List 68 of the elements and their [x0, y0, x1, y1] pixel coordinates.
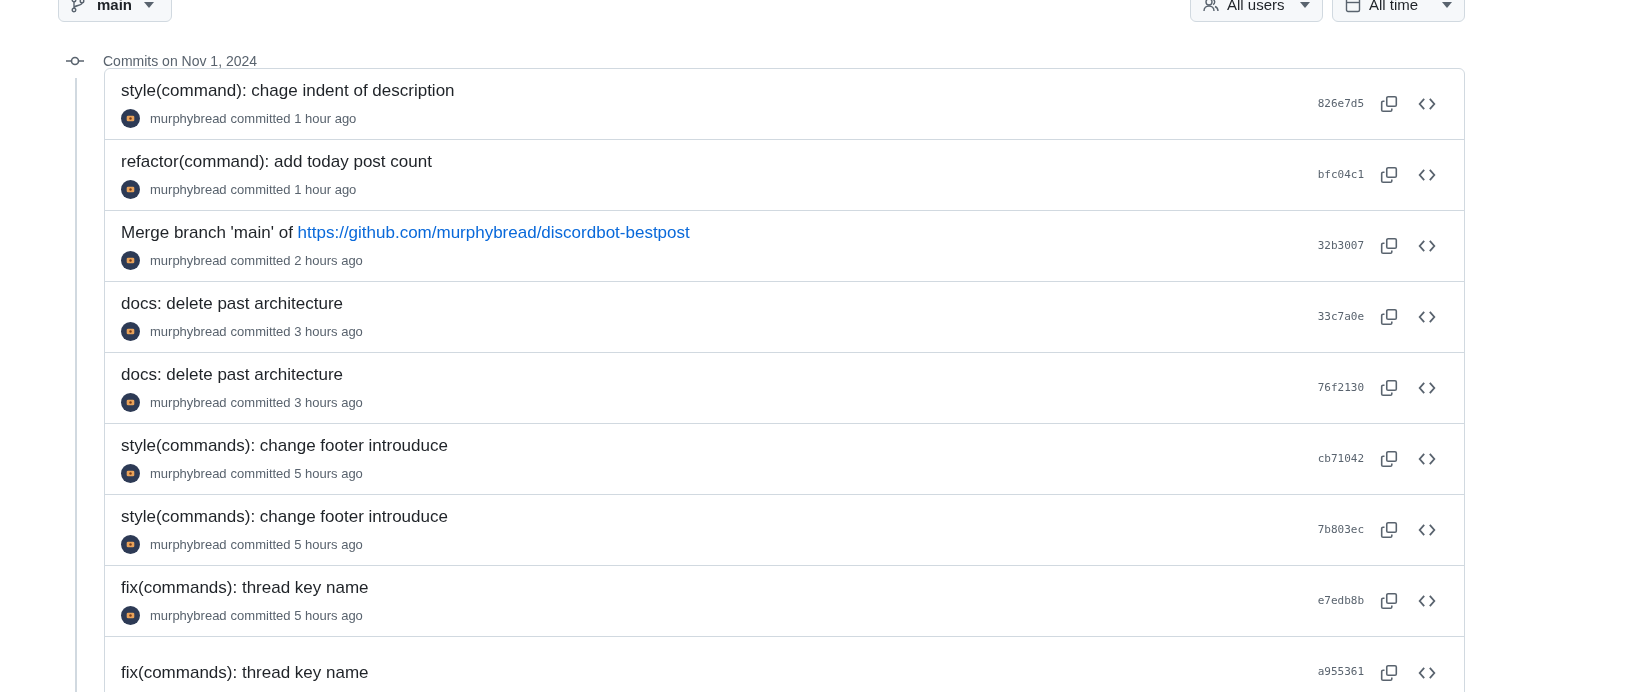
commit-time: committed 3 hours ago: [230, 393, 363, 412]
copy-icon[interactable]: [1380, 592, 1398, 610]
commit-time: committed 5 hours ago: [230, 535, 363, 554]
commit-title[interactable]: docs: delete past architecture: [121, 292, 1318, 315]
commit-time: committed 1 hour ago: [230, 180, 357, 199]
commit-hash[interactable]: 32b3007: [1317, 237, 1364, 255]
commit-title[interactable]: refactor(command): add today post count: [121, 150, 1318, 173]
avatar-icon: [121, 606, 140, 625]
author-name[interactable]: murphybread: [150, 534, 227, 555]
commit-time: committed 5 hours ago: [230, 464, 363, 483]
author-name[interactable]: murphybread: [150, 321, 227, 342]
commit-title[interactable]: style(commands): change footer introuduce: [121, 505, 1318, 528]
commit-node-icon: [66, 56, 84, 66]
author-name[interactable]: murphybread: [150, 392, 227, 413]
copy-icon[interactable]: [1380, 450, 1398, 468]
commit-time: committed 1 hour ago: [230, 109, 357, 128]
commit-hash[interactable]: e7edb8b: [1317, 592, 1364, 610]
commit-link[interactable]: https://github.com/murphybread/discordbot-bestpost: [297, 222, 690, 242]
caret-icon: [1300, 2, 1310, 8]
code-icon[interactable]: [1418, 592, 1436, 610]
avatar-icon: [121, 180, 140, 199]
avatar-icon: [121, 109, 140, 128]
avatar-icon: [121, 464, 140, 483]
commit-hash[interactable]: a955361: [1317, 664, 1364, 681]
code-icon[interactable]: [1418, 308, 1436, 326]
copy-icon[interactable]: [1380, 663, 1398, 682]
code-icon[interactable]: [1418, 237, 1436, 255]
copy-icon[interactable]: [1380, 308, 1398, 326]
author-name[interactable]: murphybread: [150, 605, 227, 626]
code-icon[interactable]: [1418, 166, 1436, 184]
avatar-icon: [121, 251, 140, 270]
commit-hash[interactable]: 33c7a0e: [1317, 308, 1364, 326]
copy-icon[interactable]: [1380, 166, 1398, 184]
calendar-icon: [1345, 0, 1361, 13]
copy-icon[interactable]: [1380, 237, 1398, 255]
commit-hash[interactable]: bfc04c1: [1317, 166, 1364, 184]
commit-title[interactable]: docs: delete past architecture: [121, 363, 1318, 386]
code-icon[interactable]: [1418, 450, 1436, 468]
commit-title[interactable]: style(commands): change footer introuduce: [121, 434, 1318, 457]
branch-icon: [71, 0, 85, 13]
group-heading: Commits on Nov 1, 2024: [103, 51, 258, 71]
avatar-icon: [121, 393, 140, 412]
author-name[interactable]: murphybread: [150, 179, 227, 200]
author-name[interactable]: murphybread: [150, 250, 227, 271]
author-name[interactable]: murphybread: [150, 108, 227, 129]
commit-hash[interactable]: cb71042: [1317, 450, 1364, 468]
author-name[interactable]: murphybread: [150, 463, 227, 484]
caret-icon: [1442, 2, 1452, 8]
code-icon[interactable]: [1418, 379, 1436, 397]
commit-time: committed 5 hours ago: [230, 606, 363, 625]
commit-title[interactable]: fix(commands): thread key name: [121, 576, 1318, 599]
commit-hash[interactable]: 7b803ec: [1317, 521, 1364, 539]
copy-icon[interactable]: [1380, 95, 1398, 113]
caret-icon: [144, 2, 154, 8]
commit-time: committed 3 hours ago: [230, 322, 363, 341]
commit-title[interactable]: Merge branch 'main' of https://github.com/murphybread/discordbot-bestpost: [121, 221, 1318, 244]
copy-icon[interactable]: [1380, 521, 1398, 539]
people-icon: [1203, 0, 1219, 13]
commit-hash[interactable]: 76f2130: [1317, 379, 1364, 397]
commit-hash[interactable]: 826e7d5: [1317, 95, 1364, 113]
avatar-icon: [121, 322, 140, 341]
code-icon[interactable]: [1418, 95, 1436, 113]
copy-icon[interactable]: [1380, 379, 1398, 397]
commit-title[interactable]: fix(commands): thread key name: [121, 661, 1318, 684]
commit-title[interactable]: style(command): chage indent of description: [121, 79, 1318, 102]
avatar-icon: [121, 535, 140, 554]
commit-time: committed 2 hours ago: [230, 251, 363, 270]
code-icon[interactable]: [1418, 521, 1436, 539]
